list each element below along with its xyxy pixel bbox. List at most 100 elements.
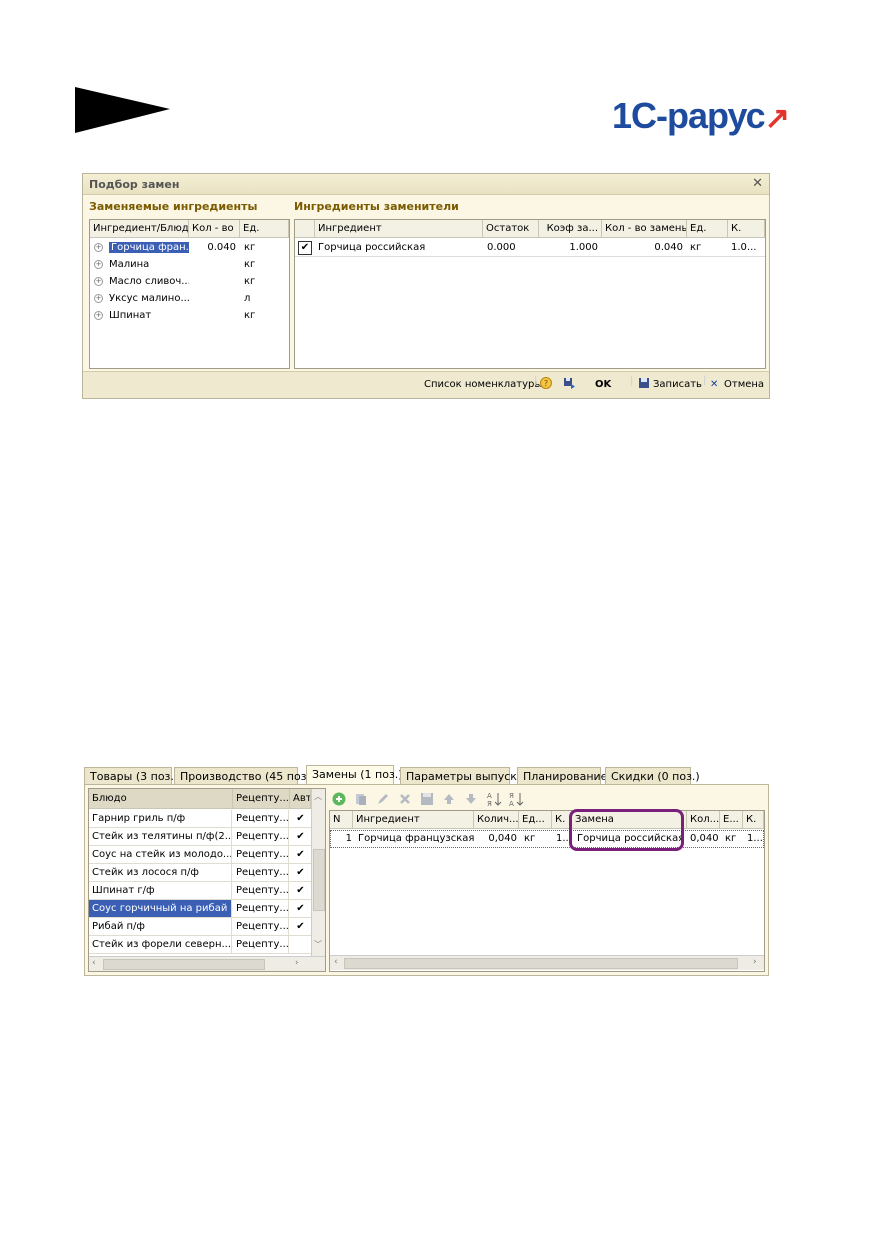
ok-button[interactable]: OK (595, 379, 611, 390)
tab-replacements[interactable]: Замены (1 поз.) (306, 765, 403, 785)
auto-check-icon[interactable]: ✔ (290, 882, 311, 899)
table-row[interactable]: ✔ Горчица российская 0.000 1.000 0.040 к… (295, 239, 765, 257)
dish-recipe: Рецепту... (233, 882, 289, 899)
cancel-button[interactable]: Отмена (724, 379, 764, 390)
table-row[interactable]: + Малина кг (90, 257, 289, 273)
table-row[interactable]: + Масло сливоч... кг (90, 274, 289, 290)
col-header-qty[interactable]: Кол - во (189, 220, 240, 238)
col-header-repl-unit[interactable]: Е... (720, 811, 743, 829)
save-row-icon[interactable] (420, 792, 434, 806)
auto-check-icon[interactable]: ✔ (290, 918, 311, 935)
dish-recipe: Рецепту... (233, 828, 289, 845)
expand-icon[interactable]: + (94, 276, 103, 286)
tab-planning[interactable]: Планирование (517, 767, 607, 784)
sort-descending-icon[interactable]: ЯA (508, 791, 524, 807)
close-icon[interactable]: ✕ (752, 176, 763, 191)
scroll-up-icon[interactable]: ︿ (314, 791, 322, 802)
col-header-repl-qty[interactable]: Кол... (687, 811, 720, 829)
scroll-thumb[interactable] (313, 849, 325, 911)
nomenclature-list-button[interactable]: Список номенклатуры (424, 379, 542, 390)
document-tabs: Товары (3 поз.) Производство (45 поз.) З… (84, 765, 767, 785)
substitution-dialog: Подбор замен ✕ Заменяемые ингредиенты Ин… (82, 173, 770, 399)
auto-check-icon[interactable]: ✔ (290, 864, 311, 881)
auto-check-icon[interactable] (290, 936, 311, 953)
col-header-unit[interactable]: Ед... (519, 811, 552, 829)
col-header-auto[interactable]: Авт (290, 789, 311, 809)
replaced-ingredients-table[interactable]: Ингредиент/Блюдо Кол - во Ед. + Горчица ф… (89, 219, 290, 369)
ingredient-name: Уксус малино... (109, 293, 189, 304)
table-row[interactable]: Соус на стейк из молодо... Рецепту... ✔ (89, 846, 311, 864)
sort-ascending-icon[interactable]: AЯ (486, 791, 502, 807)
substitute-ingredients-table[interactable]: Ингредиент Остаток Коэф за... Кол - во з… (294, 219, 766, 369)
col-header-ingredient[interactable]: Ингредиент (353, 811, 474, 829)
select-checkbox[interactable]: ✔ (298, 241, 312, 255)
auto-check-icon[interactable]: ✔ (290, 900, 311, 917)
horizontal-scrollbar[interactable]: ‹ › (330, 955, 764, 970)
dish-recipe: Рецепту... (233, 846, 289, 863)
table-row[interactable]: Стейк из форели северн... Рецепту... (89, 936, 311, 954)
delete-icon[interactable] (398, 792, 412, 806)
scroll-left-icon[interactable]: ‹ (334, 957, 338, 967)
expand-icon[interactable]: + (94, 310, 103, 320)
table-row[interactable]: + Горчица фран... 0.040 кг (90, 240, 289, 256)
table-row[interactable]: Гарнир гриль п/ф Рецепту... ✔ (89, 810, 311, 828)
row-number: 1 (345, 833, 352, 844)
col-header-coef[interactable]: Коэф за... (539, 220, 602, 238)
table-row[interactable]: + Шпинат кг (90, 308, 289, 324)
save-button[interactable]: Записать (653, 379, 702, 390)
replacements-toolbar: AЯ ЯA (330, 790, 530, 810)
tab-discounts[interactable]: Скидки (0 поз.) (605, 767, 700, 784)
move-up-icon[interactable] (442, 792, 456, 806)
col-header-n[interactable]: N (330, 811, 353, 829)
tab-release-params[interactable]: Параметры выпуска (400, 767, 524, 784)
table-row[interactable]: Стейк из лосося п/ф Рецепту... ✔ (89, 864, 311, 882)
scroll-down-icon[interactable]: ﹀ (314, 939, 322, 950)
col-header-recipe[interactable]: Рецепту... (233, 789, 290, 809)
auto-check-icon[interactable]: ✔ (290, 828, 311, 845)
col-header-repl-k[interactable]: К. (743, 811, 764, 829)
dish-recipe: Рецепту... (233, 864, 289, 881)
auto-check-icon[interactable]: ✔ (290, 846, 311, 863)
expand-icon[interactable]: + (94, 242, 103, 252)
dish-name: Стейк из лосося п/ф (89, 864, 232, 881)
horizontal-scrollbar[interactable]: ‹ › (89, 956, 325, 971)
col-header-ingredient[interactable]: Ингредиент (315, 220, 483, 238)
save-and-close-icon[interactable] (563, 377, 575, 389)
scroll-right-icon[interactable]: › (753, 957, 757, 967)
expand-icon[interactable]: + (94, 259, 103, 269)
col-header-unit[interactable]: Ед. (240, 220, 289, 238)
help-icon[interactable]: ? (540, 377, 552, 389)
col-header-dish[interactable]: Блюдо (89, 789, 233, 809)
add-icon[interactable] (332, 792, 346, 806)
table-row[interactable]: Рибай п/ф Рецепту... ✔ (89, 918, 311, 936)
copy-icon[interactable] (354, 792, 368, 806)
vertical-scrollbar[interactable]: ︿ ﹀ (311, 789, 325, 956)
table-row[interactable]: Стейк из телятины п/ф(2... Рецепту... ✔ (89, 828, 311, 846)
ingredient-qty: 0,040 (488, 833, 517, 844)
table-row[interactable]: 1 Горчица французская 0,040 кг 1... Горч… (330, 830, 764, 848)
table-row[interactable]: Соус горчичный на рибай ... Рецепту... ✔ (89, 900, 311, 918)
col-header-qty[interactable]: Колич... (474, 811, 519, 829)
edit-icon[interactable] (376, 792, 390, 806)
col-header-rest[interactable]: Остаток (483, 220, 539, 238)
scroll-left-icon[interactable]: ‹ (92, 958, 96, 968)
col-header-k[interactable]: К. (728, 220, 765, 238)
col-header-unit[interactable]: Ед. (687, 220, 728, 238)
logo-text: 1С-рарус (612, 95, 766, 136)
scroll-thumb[interactable] (103, 959, 265, 970)
col-header-ingredient[interactable]: Ингредиент/Блюдо (90, 220, 189, 238)
col-header-replacement-qty[interactable]: Кол - во замены (602, 220, 687, 238)
move-down-icon[interactable] (464, 792, 478, 806)
dishes-table[interactable]: Блюдо Рецепту... Авт Гарнир гриль п/ф Рец… (88, 788, 326, 972)
table-row[interactable]: + Уксус малино... л (90, 291, 289, 307)
logo-mark-icon: ↗ (764, 102, 790, 135)
table-row[interactable]: Шпинат г/ф Рецепту... ✔ (89, 882, 311, 900)
tab-goods[interactable]: Товары (3 поз.) (84, 767, 178, 784)
expand-icon[interactable]: + (94, 293, 103, 303)
replacements-table[interactable]: N Ингредиент Колич... Ед... К. Замена Ко… (329, 810, 765, 972)
auto-check-icon[interactable]: ✔ (290, 810, 311, 827)
scroll-right-icon[interactable]: › (295, 958, 299, 968)
col-header-check[interactable] (295, 220, 315, 238)
scroll-thumb[interactable] (344, 958, 738, 969)
tab-production[interactable]: Производство (45 поз.) (174, 767, 314, 784)
